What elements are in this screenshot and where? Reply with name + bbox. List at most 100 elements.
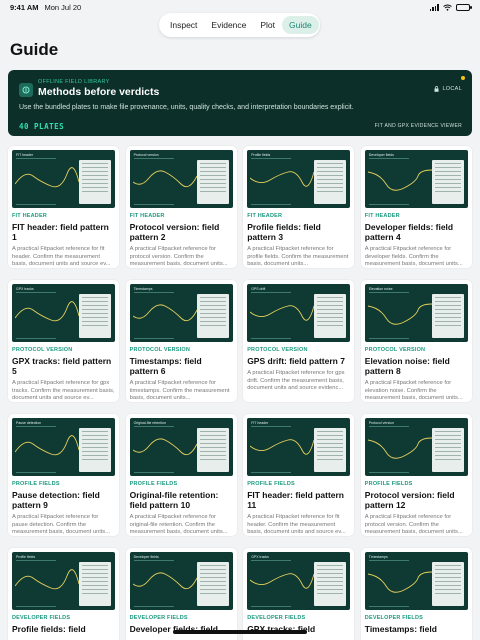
tab-plot[interactable]: Plot	[253, 16, 282, 34]
plate-label: FIT header	[16, 153, 34, 157]
guide-card[interactable]: Original-file retention PROFILE FIELDS O…	[125, 414, 237, 536]
plate-rule	[368, 158, 409, 159]
page-title: Guide	[10, 40, 59, 59]
plate-rule	[251, 158, 292, 159]
plate-footer	[133, 472, 174, 473]
guide-card[interactable]: Timestamps PROTOCOL VERSION Timestamps: …	[125, 280, 237, 402]
guide-card[interactable]: GPX tracks DEVELOPER FIELDS GPX tracks: …	[243, 548, 355, 640]
plate-thumbnail: Timestamps	[364, 552, 468, 610]
guide-card[interactable]: Developer fields DEVELOPER FIELDS Develo…	[125, 548, 237, 640]
guide-card[interactable]: GPS drift PROTOCOL VERSION GPS drift: fi…	[243, 280, 355, 402]
guide-card[interactable]: Protocol version FIT HEADER Protocol ver…	[125, 146, 237, 268]
guide-card[interactable]: FIT header FIT HEADER FIT header: field …	[8, 146, 119, 268]
library-icon	[19, 83, 33, 97]
plate-rule	[133, 292, 174, 293]
guide-card[interactable]: Pause detection PROFILE FIELDS Pause det…	[8, 414, 119, 536]
status-icons	[429, 3, 472, 11]
card-description: A practical Fitpacket reference for fit …	[12, 246, 111, 268]
local-indicator: LOCAL	[434, 86, 462, 92]
plate-rule	[251, 426, 292, 427]
status-dot	[461, 76, 465, 80]
guide-card[interactable]: Protocol version PROFILE FIELDS Protocol…	[360, 414, 472, 536]
plate-panel	[79, 428, 111, 472]
plate-panel	[314, 428, 347, 472]
plate-curve	[367, 437, 432, 459]
viewer-label: FIT AND GPX EVIDENCE VIEWER	[374, 123, 462, 129]
tab-inspect[interactable]: Inspect	[163, 16, 204, 34]
plate-rule	[251, 560, 292, 561]
card-category: DEVELOPER FIELDS	[129, 615, 188, 621]
card-category: PROTOCOL VERSION	[12, 347, 73, 353]
plate-panel	[196, 428, 229, 472]
tab-evidence[interactable]: Evidence	[204, 16, 253, 34]
hero-banner: OFFLINE FIELD LIBRARY Methods before ver…	[8, 70, 472, 136]
wifi-icon	[443, 4, 452, 11]
home-indicator[interactable]	[173, 630, 307, 634]
plate-thumbnail: Developer fields	[129, 552, 233, 610]
top-segmented-nav: Inspect Evidence Plot Guide	[159, 13, 320, 37]
card-title: Pause detection: field pattern 9	[12, 490, 100, 510]
plate-grid: FIT header FIT HEADER FIT header: field …	[8, 146, 472, 640]
plate-footer	[16, 472, 56, 473]
plate-label: GPS drift	[251, 287, 266, 291]
card-description: A practical Fitpacket reference for gps …	[247, 370, 345, 392]
plate-label: Pause detection	[16, 421, 42, 425]
plate-panel	[431, 160, 464, 204]
plate-thumbnail: Profile fields	[247, 150, 351, 208]
hero-title: Methods before verdicts	[38, 86, 160, 98]
card-category: PROFILE FIELDS	[247, 481, 295, 487]
card-title: GPX tracks: field pattern 5	[12, 356, 112, 376]
plate-rule	[16, 292, 56, 293]
battery-icon	[456, 3, 472, 11]
plate-rule	[368, 292, 409, 293]
plate-panel	[196, 294, 229, 338]
card-title: FIT header: field pattern 1	[12, 222, 109, 242]
plate-panel	[79, 294, 111, 338]
hero-description: Use the bundled plates to make file prov…	[19, 104, 354, 111]
plate-thumbnail: FIT header	[247, 418, 351, 476]
plate-footer	[251, 606, 292, 607]
plate-thumbnail: Developer fields	[364, 150, 468, 208]
plate-footer	[133, 606, 174, 607]
plate-thumbnail: Protocol version	[364, 418, 468, 476]
card-description: A practical Fitpacket reference for deve…	[364, 246, 463, 268]
plate-panel	[79, 562, 111, 606]
plate-panel	[196, 562, 229, 606]
card-title: Profile fields: field pattern 3	[247, 222, 321, 242]
card-category: PROTOCOL VERSION	[364, 347, 426, 353]
card-category: FIT HEADER	[364, 213, 400, 219]
plate-panel	[431, 428, 464, 472]
plate-panel	[314, 562, 347, 606]
guide-card[interactable]: Timestamps DEVELOPER FIELDS Timestamps: …	[360, 548, 472, 640]
guide-card[interactable]: Developer fields FIT HEADER Developer fi…	[360, 146, 472, 268]
plate-panel	[431, 294, 464, 338]
plate-label: Profile fields	[16, 555, 36, 559]
plate-footer	[133, 204, 174, 205]
card-title: Timestamps: field	[364, 624, 437, 634]
plate-panel	[431, 562, 464, 606]
plate-rule	[16, 426, 56, 427]
card-title: Protocol version: field pattern 2	[129, 222, 220, 242]
guide-card[interactable]: GPX tracks PROTOCOL VERSION GPX tracks: …	[8, 280, 119, 402]
plate-curve	[132, 572, 197, 590]
plate-footer	[16, 338, 56, 339]
guide-card[interactable]: Profile fields DEVELOPER FIELDS Profile …	[8, 548, 119, 640]
local-label: LOCAL	[442, 86, 462, 92]
plate-footer	[368, 204, 409, 205]
plate-rule	[133, 426, 174, 427]
cellular-signal-icon	[429, 3, 439, 11]
tab-guide[interactable]: Guide	[282, 16, 319, 34]
plate-curve	[15, 301, 79, 322]
guide-card[interactable]: FIT header PROFILE FIELDS FIT header: fi…	[243, 414, 355, 536]
hero-eyebrow: OFFLINE FIELD LIBRARY	[38, 79, 110, 85]
guide-card[interactable]: Profile fields FIT HEADER Profile fields…	[243, 146, 355, 268]
plate-label: Protocol version	[368, 421, 394, 425]
plate-label: Original-file retention	[133, 421, 166, 425]
plate-rule	[16, 560, 56, 561]
plate-curve	[15, 569, 79, 590]
plate-thumbnail: GPS drift	[247, 284, 351, 342]
guide-card[interactable]: Elevation noise PROTOCOL VERSION Elevati…	[360, 280, 472, 402]
plate-curve	[132, 438, 197, 456]
card-category: DEVELOPER FIELDS	[12, 615, 71, 621]
status-bar: 9:41 AM Mon Jul 20	[0, 0, 480, 14]
